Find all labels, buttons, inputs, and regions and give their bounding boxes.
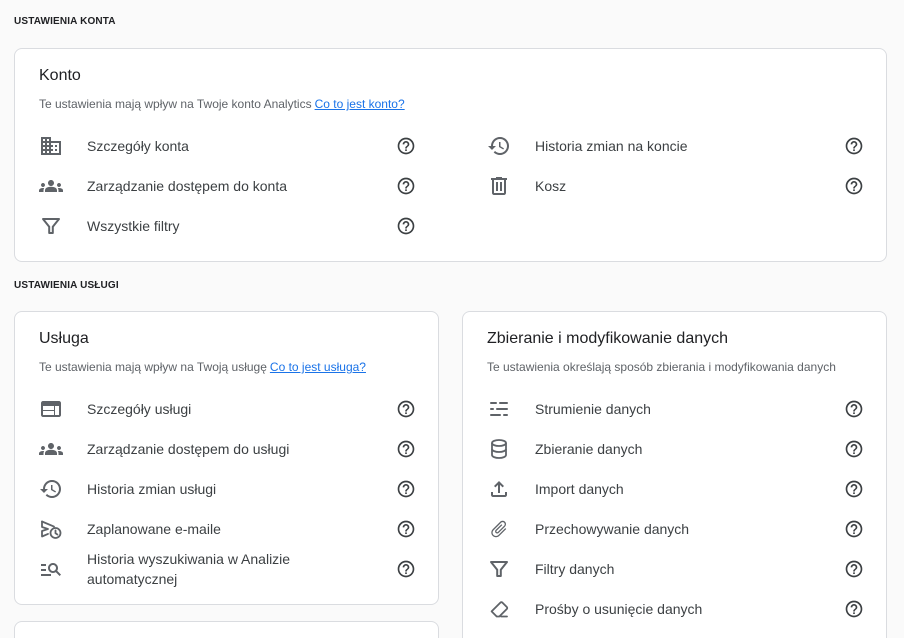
manage-search-icon xyxy=(39,557,63,581)
help-icon[interactable] xyxy=(396,439,416,459)
account-details-item[interactable]: Szczegóły konta xyxy=(39,126,416,166)
account-settings-heading: USTAWIENIA KONTA xyxy=(14,16,116,27)
what-is-account-link[interactable]: Co to jest konto? xyxy=(315,97,405,111)
data-retention-item[interactable]: Przechowywanie danych xyxy=(487,509,864,549)
data-collection-card: Zbieranie i modyfikowanie danych Te usta… xyxy=(462,311,887,638)
help-icon[interactable] xyxy=(844,519,864,539)
web-icon xyxy=(39,397,63,421)
data-deletion-requests-item[interactable]: Prośby o usunięcie danych xyxy=(487,589,864,629)
help-icon[interactable] xyxy=(396,216,416,236)
item-label: Historia zmian usługi xyxy=(87,481,217,497)
card-title: Usługa xyxy=(39,330,89,347)
item-label: Zarządzanie dostępem do usługi xyxy=(87,441,290,457)
history-icon xyxy=(39,477,63,501)
card-title: Zbieranie i modyfikowanie danych xyxy=(487,330,729,347)
item-label: Wszystkie filtry xyxy=(87,218,180,234)
item-label: Filtry danych xyxy=(535,561,615,577)
account-card: Konto Te ustawienia mają wpływ na Twoje … xyxy=(14,48,887,262)
item-label: Import danych xyxy=(535,481,624,497)
trash-icon xyxy=(487,174,511,198)
item-label: Kosz xyxy=(535,178,567,194)
scheduled-send-icon xyxy=(39,517,63,541)
item-label: Przechowywanie danych xyxy=(535,521,690,537)
all-filters-item[interactable]: Wszystkie filtry xyxy=(39,206,416,246)
paperclip-icon xyxy=(487,517,511,541)
item-label: Szczegóły usługi xyxy=(87,401,192,417)
account-items-right-column: Historia zmian na koncie Kosz xyxy=(487,126,864,246)
eraser-icon xyxy=(487,597,511,621)
property-change-history-item[interactable]: Historia zmian usługi xyxy=(39,469,416,509)
card-description: Te ustawienia mają wpływ na Twoje konto … xyxy=(39,96,864,112)
help-icon[interactable] xyxy=(844,479,864,499)
what-is-property-link[interactable]: Co to jest usługa? xyxy=(270,360,366,374)
help-icon[interactable] xyxy=(844,399,864,419)
card-title: Konto xyxy=(39,67,81,84)
partial-card xyxy=(14,621,439,638)
card-description-text: Te ustawienia mają wpływ na Twoje konto … xyxy=(39,97,312,111)
account-change-history-item[interactable]: Historia zmian na koncie xyxy=(487,126,864,166)
item-label: Zbieranie danych xyxy=(535,441,643,457)
help-icon[interactable] xyxy=(396,136,416,156)
data-filters-item[interactable]: Filtry danych xyxy=(487,549,864,589)
property-access-management-item[interactable]: Zarządzanie dostępem do usługi xyxy=(39,429,416,469)
help-icon[interactable] xyxy=(844,136,864,156)
data-items: Strumienie danych Zbieranie danych Impor… xyxy=(487,389,864,629)
item-label: Prośby o usunięcie danych xyxy=(535,601,703,617)
data-import-item[interactable]: Import danych xyxy=(487,469,864,509)
history-icon xyxy=(487,134,511,158)
help-icon[interactable] xyxy=(844,559,864,579)
property-card: Usługa Te ustawienia mają wpływ na Twoją… xyxy=(14,311,439,605)
help-icon[interactable] xyxy=(396,479,416,499)
account-access-management-item[interactable]: Zarządzanie dostępem do konta xyxy=(39,166,416,206)
admin-settings-page: USTAWIENIA KONTA Konto Te ustawienia maj… xyxy=(0,0,904,638)
card-description: Te ustawienia określają sposób zbierania… xyxy=(487,360,836,374)
help-icon[interactable] xyxy=(844,176,864,196)
item-label: Zaplanowane e-maile xyxy=(87,521,221,537)
help-icon[interactable] xyxy=(396,559,416,579)
item-label: Zarządzanie dostępem do konta xyxy=(87,178,288,194)
help-icon[interactable] xyxy=(396,176,416,196)
card-description: Te ustawienia mają wpływ na Twoją usługę… xyxy=(39,359,416,375)
data-streams-icon xyxy=(487,397,511,421)
property-items: Szczegóły usługi Zarządzanie dostępem do… xyxy=(39,389,416,589)
analytics-intelligence-search-history-item[interactable]: Historia wyszukiwania w Analizie automat… xyxy=(39,549,416,589)
item-label: Historia wyszukiwania w Analizie automat… xyxy=(87,551,291,587)
help-icon[interactable] xyxy=(844,439,864,459)
group-icon xyxy=(39,437,63,461)
group-icon xyxy=(39,174,63,198)
card-description-text: Te ustawienia mają wpływ na Twoją usługę xyxy=(39,360,267,374)
account-items: Szczegóły konta Zarządzanie dostępem do … xyxy=(39,126,864,246)
item-label: Historia zmian na koncie xyxy=(535,138,688,154)
help-icon[interactable] xyxy=(396,519,416,539)
trash-item[interactable]: Kosz xyxy=(487,166,864,206)
account-items-left-column: Szczegóły konta Zarządzanie dostępem do … xyxy=(39,126,416,246)
data-streams-item[interactable]: Strumienie danych xyxy=(487,389,864,429)
database-icon xyxy=(487,437,511,461)
upload-icon xyxy=(487,477,511,501)
property-details-item[interactable]: Szczegóły usługi xyxy=(39,389,416,429)
help-icon[interactable] xyxy=(844,599,864,619)
help-icon[interactable] xyxy=(396,399,416,419)
scheduled-emails-item[interactable]: Zaplanowane e-maile xyxy=(39,509,416,549)
item-label: Szczegóły konta xyxy=(87,138,189,154)
item-label: Strumienie danych xyxy=(535,401,651,417)
data-collection-item[interactable]: Zbieranie danych xyxy=(487,429,864,469)
filter-icon xyxy=(39,214,63,238)
property-settings-heading: USTAWIENIA USŁUGI xyxy=(14,280,119,291)
building-icon xyxy=(39,134,63,158)
filter-icon xyxy=(487,557,511,581)
